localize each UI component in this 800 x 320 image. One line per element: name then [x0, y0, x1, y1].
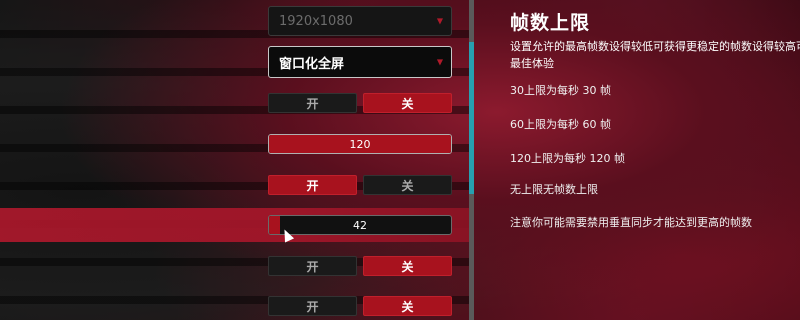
- chevron-down-icon: ▼: [436, 16, 443, 26]
- info-title: 帧数上限: [510, 12, 591, 34]
- toggle-3-on-button[interactable]: 开: [268, 256, 357, 276]
- toggle-on-label: 开: [306, 299, 319, 314]
- toggle-off-label: 关: [401, 96, 414, 111]
- fps-limit-bar[interactable]: 120: [268, 134, 452, 154]
- toggle-4-on-button[interactable]: 开: [268, 296, 357, 316]
- toggle-on-label: 开: [306, 259, 319, 274]
- value-slider[interactable]: 42: [268, 215, 452, 235]
- scrollbar-thumb[interactable]: [469, 42, 474, 194]
- info-note: 注意你可能需要禁用垂直同步才能达到更高的帧数: [510, 216, 752, 229]
- info-description-line1: 设置允许的最高帧数设得较低可获得更稳定的帧数设得较高可在高: [510, 40, 800, 53]
- info-panel: 帧数上限 设置允许的最高帧数设得较低可获得更稳定的帧数设得较高可在高 最佳体验 …: [510, 8, 800, 229]
- info-option-30: 30上限为每秒 30 帧: [510, 84, 611, 97]
- chevron-down-icon: ▼: [436, 57, 443, 67]
- fps-limit-value: 120: [349, 137, 371, 151]
- info-option-60: 60上限为每秒 60 帧: [510, 118, 611, 131]
- toggle-4-off-button[interactable]: 关: [363, 296, 452, 316]
- resolution-dropdown[interactable]: 1920x1080 ▼: [268, 6, 452, 36]
- toggle-off-label: 关: [401, 299, 414, 314]
- toggle-1: 开 关: [268, 93, 452, 113]
- toggle-3-off-button[interactable]: 关: [363, 256, 452, 276]
- toggle-on-label: 开: [306, 96, 319, 111]
- toggle-off-label: 关: [401, 259, 414, 274]
- toggle-2-on-button[interactable]: 开: [268, 175, 357, 195]
- toggle-1-off-button[interactable]: 关: [363, 93, 452, 113]
- toggle-4: 开 关: [268, 296, 452, 316]
- info-option-unlimited: 无上限无帧数上限: [510, 183, 598, 196]
- toggle-2-off-button[interactable]: 关: [363, 175, 452, 195]
- toggle-off-label: 关: [401, 178, 414, 193]
- resolution-value: 1920x1080: [279, 13, 353, 29]
- window-mode-value: 窗口化全屏: [279, 56, 345, 72]
- toggle-1-on-button[interactable]: 开: [268, 93, 357, 113]
- info-description-line2: 最佳体验: [510, 57, 554, 70]
- value-slider-value: 42: [353, 218, 367, 232]
- info-option-120: 120上限为每秒 120 帧: [510, 152, 625, 165]
- toggle-2: 开 关: [268, 175, 452, 195]
- window-mode-dropdown[interactable]: 窗口化全屏 ▼: [268, 46, 452, 78]
- toggle-3: 开 关: [268, 256, 452, 276]
- toggle-on-label: 开: [306, 178, 319, 193]
